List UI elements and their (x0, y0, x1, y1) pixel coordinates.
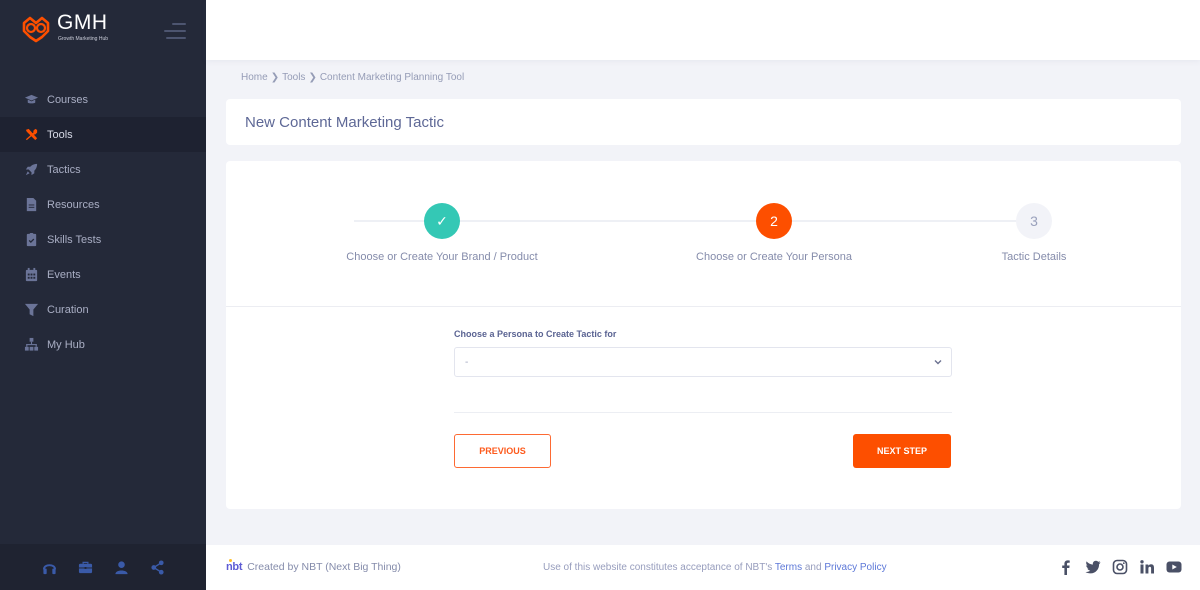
instagram-icon[interactable] (1111, 558, 1128, 575)
previous-button[interactable]: PREVIOUS (454, 434, 551, 468)
wizard-card: ✓ Choose or Create Your Brand / Product … (226, 161, 1181, 509)
social-links (1057, 558, 1182, 575)
brand-name[interactable]: GMH (57, 12, 108, 34)
gmh-logo-icon[interactable] (20, 15, 52, 43)
step-label: Choose or Create Your Persona (696, 251, 852, 263)
sidebar-item-resources[interactable]: Resources (0, 187, 206, 222)
sidebar-nav: Courses Tools Tactics Resources Skills T… (0, 82, 206, 362)
check-icon[interactable]: ✓ (424, 203, 460, 239)
step-label: Tactic Details (1001, 251, 1067, 263)
sidebar-item-tactics[interactable]: Tactics (0, 152, 206, 187)
calendar-icon (23, 267, 39, 283)
headphones-icon[interactable] (41, 559, 57, 575)
step-number-badge[interactable]: 2 (756, 203, 792, 239)
facebook-icon[interactable] (1057, 558, 1074, 575)
sidebar-item-label: Curation (47, 303, 89, 316)
step-tactic-details: 3 Tactic Details (914, 203, 1154, 263)
nbt-logo-text: nbt (226, 561, 243, 573)
sidebar-item-label: My Hub (47, 338, 85, 351)
persona-select[interactable]: - (454, 347, 952, 377)
stepper: ✓ Choose or Create Your Brand / Product … (226, 161, 1181, 307)
rocket-icon (23, 162, 39, 178)
terms-link[interactable]: Terms (775, 562, 802, 573)
graduation-cap-icon (23, 92, 39, 108)
breadcrumb: Home ❯ Tools ❯ Content Marketing Plannin… (241, 72, 464, 83)
privacy-policy-link[interactable]: Privacy Policy (824, 562, 886, 573)
sidebar: GMH Growth Marketing Hub Courses Tools T… (0, 0, 206, 590)
linkedin-icon[interactable] (1138, 558, 1155, 575)
top-bar (206, 0, 1200, 60)
sidebar-item-my-hub[interactable]: My Hub (0, 327, 206, 362)
sidebar-item-courses[interactable]: Courses (0, 82, 206, 117)
persona-form: Choose a Persona to Create Tactic for - (454, 329, 952, 377)
tools-icon (23, 127, 39, 143)
share-icon[interactable] (149, 559, 165, 575)
sidebar-item-curation[interactable]: Curation (0, 292, 206, 327)
footer: nbt Created by NBT (Next Big Thing) Use … (206, 545, 1200, 590)
step-number-badge[interactable]: 3 (1016, 203, 1052, 239)
notice-and: and (802, 562, 825, 573)
footer-credit: nbt Created by NBT (Next Big Thing) (226, 559, 401, 573)
persona-select-value: - (465, 356, 469, 368)
menu-toggle-icon[interactable] (164, 23, 186, 39)
sidebar-item-skills-tests[interactable]: Skills Tests (0, 222, 206, 257)
chevron-right-icon: ❯ (308, 72, 317, 83)
sidebar-item-label: Events (47, 268, 81, 281)
form-divider (454, 412, 952, 413)
file-icon (23, 197, 39, 213)
twitter-icon[interactable] (1084, 558, 1101, 575)
user-icon[interactable] (113, 559, 129, 575)
sidebar-item-label: Tactics (47, 163, 81, 176)
clipboard-check-icon (23, 232, 39, 248)
created-by-text: Created by NBT (Next Big Thing) (247, 561, 401, 573)
title-card: New Content Marketing Tactic (226, 99, 1181, 145)
sidebar-item-events[interactable]: Events (0, 257, 206, 292)
chevron-right-icon: ❯ (270, 72, 280, 83)
sidebar-item-label: Courses (47, 93, 88, 106)
brand-tagline: Growth Marketing Hub (58, 36, 109, 42)
breadcrumb-home[interactable]: Home (241, 72, 268, 83)
sidebar-item-label: Tools (47, 128, 73, 141)
step-label: Choose or Create Your Brand / Product (346, 251, 538, 263)
sidebar-item-label: Skills Tests (47, 233, 102, 246)
youtube-icon[interactable] (1165, 558, 1182, 575)
sitemap-icon (23, 337, 39, 353)
page-title: New Content Marketing Tactic (245, 113, 444, 131)
footer-notice: Use of this website constitutes acceptan… (543, 562, 887, 573)
sidebar-item-label: Resources (47, 198, 100, 211)
sidebar-footer (0, 544, 206, 590)
chevron-down-icon (934, 360, 942, 365)
sidebar-item-tools[interactable]: Tools (0, 117, 206, 152)
step-brand-product: ✓ Choose or Create Your Brand / Product (322, 203, 562, 263)
notice-text: Use of this website constitutes acceptan… (543, 562, 775, 573)
persona-select-label: Choose a Persona to Create Tactic for (454, 329, 617, 339)
filter-icon (23, 302, 39, 318)
briefcase-icon[interactable] (77, 559, 93, 575)
nbt-logo[interactable]: nbt (226, 559, 243, 573)
step-persona: 2 Choose or Create Your Persona (654, 203, 894, 263)
breadcrumb-tools[interactable]: Tools (282, 72, 305, 83)
brand: GMH Growth Marketing Hub (0, 0, 206, 60)
next-step-button[interactable]: NEXT STEP (853, 434, 951, 468)
breadcrumb-current[interactable]: Content Marketing Planning Tool (320, 72, 464, 83)
